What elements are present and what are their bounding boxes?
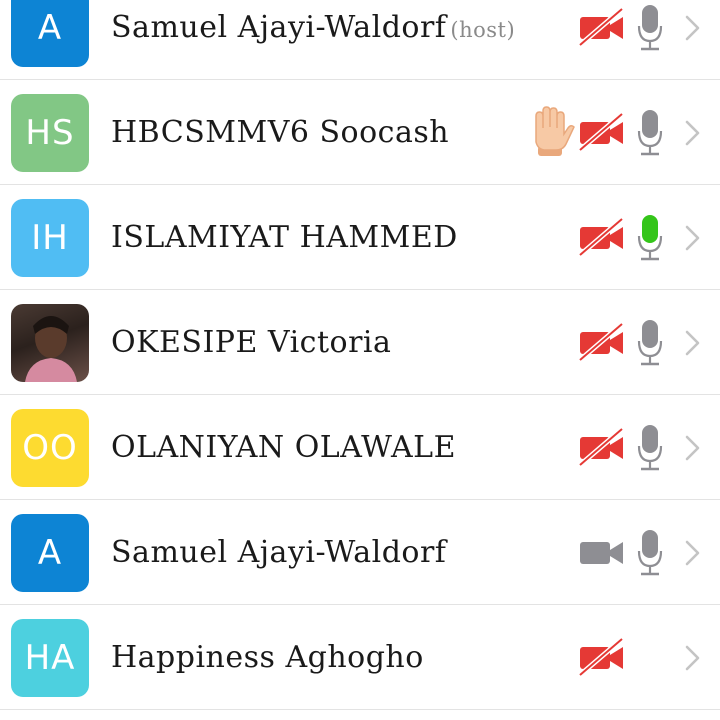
video-off-icon[interactable] xyxy=(578,112,626,156)
participant-name: OLANIYAN OLAWALE xyxy=(111,430,456,465)
participant-row[interactable]: IH ISLAMIYAT HAMMED xyxy=(0,186,720,290)
participant-name-text: ISLAMIYAT HAMMED xyxy=(111,220,458,255)
avatar-initials: A xyxy=(37,8,63,48)
host-tag: (host) xyxy=(450,18,516,42)
chevron-right-icon[interactable] xyxy=(684,329,702,361)
video-icon[interactable] xyxy=(578,532,626,576)
participant-name-text: OLANIYAN OLAWALE xyxy=(111,430,457,465)
microphone-icon[interactable] xyxy=(636,424,664,476)
avatar: OO xyxy=(11,409,89,487)
chevron-right-icon[interactable] xyxy=(684,14,702,46)
avatar-initials: IH xyxy=(31,218,69,258)
avatar-initials: OO xyxy=(22,428,78,468)
participant-row[interactable]: HS HBCSMMV6 Soocash xyxy=(0,81,720,185)
participant-name: Happiness Aghogho xyxy=(111,640,424,675)
video-off-icon[interactable] xyxy=(578,7,626,51)
avatar: HA xyxy=(11,619,89,697)
participant-name-text: OKESIPE Victoria xyxy=(111,325,392,360)
chevron-right-icon[interactable] xyxy=(684,224,702,256)
participant-name: ISLAMIYAT HAMMED xyxy=(111,220,458,255)
microphone-icon[interactable] xyxy=(636,109,664,161)
microphone-icon[interactable] xyxy=(636,4,664,56)
video-off-icon[interactable] xyxy=(578,217,626,261)
raised-hand-icon xyxy=(526,106,576,162)
participant-name-text: Samuel Ajayi-Waldorf xyxy=(111,10,447,45)
video-off-icon[interactable] xyxy=(578,427,626,471)
participant-row[interactable]: HA Happiness Aghogho xyxy=(0,606,720,710)
participant-row[interactable]: OKESIPE Victoria xyxy=(0,291,720,395)
participant-name: Samuel Ajayi-Waldorf xyxy=(111,535,446,570)
participant-row[interactable]: A Samuel Ajayi-Waldorf xyxy=(0,501,720,605)
avatar-initials: HA xyxy=(24,638,76,678)
participant-row[interactable]: OO OLANIYAN OLAWALE xyxy=(0,396,720,500)
participant-name-text: HBCSMMV6 Soocash xyxy=(111,115,450,150)
chevron-right-icon[interactable] xyxy=(684,434,702,466)
microphone-icon[interactable] xyxy=(636,319,664,371)
avatar-initials: A xyxy=(37,533,63,573)
microphone-icon[interactable] xyxy=(636,529,664,581)
video-off-icon[interactable] xyxy=(578,637,626,681)
chevron-right-icon[interactable] xyxy=(684,539,702,571)
avatar-initials: HS xyxy=(25,113,75,153)
chevron-right-icon[interactable] xyxy=(684,644,702,676)
avatar xyxy=(11,304,89,382)
participant-name: HBCSMMV6 Soocash xyxy=(111,115,449,150)
participant-row[interactable]: A Samuel Ajayi-Waldorf (host) xyxy=(0,0,720,80)
microphone-icon[interactable] xyxy=(636,214,664,266)
video-off-icon[interactable] xyxy=(578,322,626,366)
participant-name: OKESIPE Victoria xyxy=(111,325,391,360)
participant-name: Samuel Ajayi-Waldorf (host) xyxy=(111,10,515,45)
avatar: HS xyxy=(11,94,89,172)
participant-name-text: Samuel Ajayi-Waldorf xyxy=(111,535,447,570)
avatar: IH xyxy=(11,199,89,277)
participant-name-text: Happiness Aghogho xyxy=(111,640,424,675)
avatar: A xyxy=(11,514,89,592)
chevron-right-icon[interactable] xyxy=(684,119,702,151)
participants-list: A Samuel Ajayi-Waldorf (host) HS HBCSMMV6 So… xyxy=(0,0,720,720)
avatar: A xyxy=(11,0,89,67)
